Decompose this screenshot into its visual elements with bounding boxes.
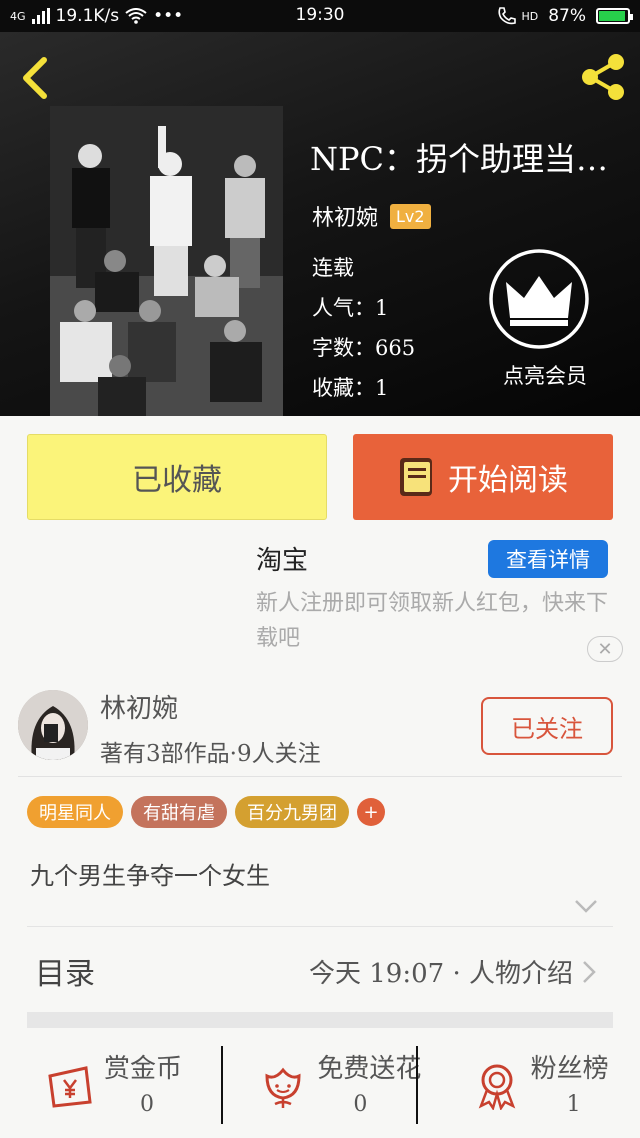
book-header: NPC：拐个助理当… 林初婉 Lv2 连载 人气：1 字数：665 收藏：1 点… bbox=[0, 32, 640, 416]
book-title: NPC：拐个助理当… bbox=[310, 140, 609, 178]
catalog-row[interactable]: 目录 今天 19:07 · 人物介绍 bbox=[27, 926, 613, 1012]
book-icon bbox=[400, 458, 432, 496]
crown-icon bbox=[489, 249, 589, 349]
send-flower-label: 免费送花 bbox=[317, 1054, 422, 1084]
ad-description: 新人注册即可领取新人红包，快来下载吧 bbox=[256, 591, 609, 651]
network-label: 4G bbox=[10, 9, 26, 23]
author-card-name[interactable]: 林初婉 bbox=[100, 688, 178, 725]
tag-2[interactable]: 百分九男团 bbox=[235, 796, 349, 828]
vip-label: 点亮会员 bbox=[503, 364, 587, 388]
vip-activate-button[interactable]: 点亮会员 bbox=[488, 248, 602, 390]
avatar-photo bbox=[18, 690, 88, 760]
reward-coin-count: 0 bbox=[140, 1092, 154, 1117]
collected-button[interactable]: 已收藏 bbox=[27, 434, 327, 520]
bottom-separator bbox=[221, 1046, 223, 1124]
add-tag-button[interactable]: + bbox=[357, 798, 385, 826]
fan-ranking-count: 1 bbox=[566, 1092, 581, 1117]
tag-list: 明星同人 有甜有虐 百分九男团 + bbox=[27, 796, 385, 828]
divider bbox=[18, 776, 622, 777]
section-gap bbox=[27, 1012, 613, 1028]
author-card-info: 著有3部作品·9人关注 bbox=[100, 741, 321, 767]
book-summary: 九个男生争夺一个女生 bbox=[30, 862, 270, 890]
signal-icon bbox=[31, 8, 50, 24]
fan-ranking-label: 粉丝榜 bbox=[530, 1054, 609, 1084]
reward-coin-label: 赏金币 bbox=[104, 1054, 183, 1084]
word-count-stat: 字数：665 bbox=[312, 336, 416, 360]
author-row: 林初婉 Lv2 bbox=[312, 200, 431, 232]
send-flower-button[interactable]: 免费送花 0 bbox=[213, 1040, 426, 1138]
ad-title: 淘宝 bbox=[256, 546, 309, 576]
tag-1[interactable]: 有甜有虐 bbox=[131, 796, 227, 828]
favorites-stat: 收藏：1 bbox=[312, 376, 389, 400]
medal-ribbon-icon bbox=[478, 1064, 515, 1110]
more-dots: ••• bbox=[153, 6, 184, 26]
fan-ranking-button[interactable]: 粉丝榜 1 bbox=[427, 1040, 640, 1138]
hd-label: HD bbox=[521, 9, 539, 23]
chevron-down-icon[interactable] bbox=[572, 896, 600, 916]
start-reading-label: 开始阅读 bbox=[448, 463, 568, 498]
status-bar: 4G 19.1K/s ••• 19:30 HD 87% bbox=[0, 0, 640, 32]
battery-icon bbox=[596, 8, 633, 24]
ad-view-details-button[interactable]: 查看详情 bbox=[488, 540, 608, 578]
coin-reward-icon bbox=[48, 1066, 92, 1108]
back-arrow-icon[interactable] bbox=[14, 54, 54, 102]
latest-chapter: 今天 19:07 · 人物介绍 bbox=[309, 959, 573, 989]
wifi-icon bbox=[125, 8, 147, 24]
reward-coin-button[interactable]: 赏金币 0 bbox=[0, 1040, 213, 1138]
bottom-action-bar: 赏金币 0 免费送花 0 粉丝榜 1 bbox=[0, 1040, 640, 1138]
cover-photo-figures bbox=[50, 106, 283, 416]
level-badge: Lv2 bbox=[390, 203, 431, 229]
start-reading-button[interactable]: 开始阅读 bbox=[353, 434, 613, 520]
serial-status: 连载 bbox=[312, 256, 354, 280]
follow-button[interactable]: 已关注 bbox=[481, 697, 613, 755]
tag-0[interactable]: 明星同人 bbox=[27, 796, 123, 828]
catalog-label: 目录 bbox=[35, 957, 95, 992]
network-speed: 19.1K/s bbox=[55, 6, 120, 26]
bottom-separator bbox=[416, 1046, 418, 1124]
share-icon[interactable] bbox=[578, 50, 630, 102]
send-flower-count: 0 bbox=[353, 1092, 368, 1117]
chevron-right-icon bbox=[583, 961, 596, 983]
battery-percent: 87% bbox=[548, 6, 586, 26]
ad-close-icon[interactable]: ✕ bbox=[587, 636, 623, 662]
popularity-stat: 人气：1 bbox=[312, 296, 389, 320]
phone-hd-icon bbox=[498, 7, 517, 25]
avatar[interactable] bbox=[18, 690, 88, 760]
author-name[interactable]: 林初婉 bbox=[312, 200, 378, 232]
flower-icon bbox=[265, 1067, 301, 1108]
book-cover-image[interactable] bbox=[50, 106, 283, 416]
